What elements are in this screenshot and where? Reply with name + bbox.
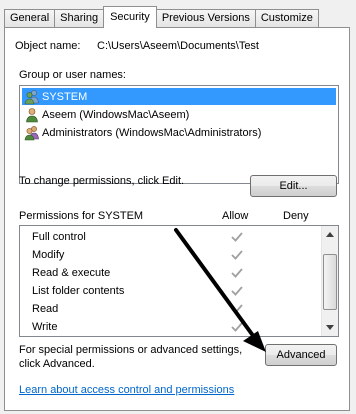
learn-more-link[interactable]: Learn about access control and permissio… — [19, 384, 234, 396]
security-panel: Object name: C:\Users\Aseem\Documents\Te… — [4, 27, 350, 411]
edit-button[interactable]: Edit... — [250, 175, 337, 197]
scroll-down-arrow-icon[interactable] — [322, 319, 338, 336]
permissions-scrollbar[interactable] — [321, 226, 338, 336]
user-icon — [24, 107, 40, 123]
users-icon — [24, 125, 40, 141]
tab-strip: General Sharing Security Previous Versio… — [4, 6, 319, 28]
scrollbar-thumb[interactable] — [323, 254, 337, 310]
group-list-label: Group or user names: — [19, 69, 126, 81]
permission-row: Write — [20, 319, 320, 336]
tab-sharing[interactable]: Sharing — [54, 9, 105, 28]
check-icon — [231, 232, 243, 242]
group-user-list[interactable]: SYSTEM Aseem (WindowsMac\Aseem) Administ… — [19, 85, 339, 184]
permission-name: Modify — [32, 249, 65, 261]
list-item-administrators[interactable]: Administrators (WindowsMac\Administrator… — [22, 124, 261, 141]
deny-header: Deny — [283, 210, 309, 222]
special-permissions-text-line2: click Advanced. — [19, 358, 95, 370]
tab-customize[interactable]: Customize — [254, 9, 319, 28]
permissions-title: Permissions for SYSTEM — [19, 210, 144, 222]
list-item-label: Aseem (WindowsMac\Aseem) — [42, 108, 190, 121]
special-permissions-text-line1: For special permissions or advanced sett… — [19, 344, 243, 356]
tab-general[interactable]: General — [4, 9, 56, 28]
permission-row: Read & execute — [20, 265, 320, 283]
object-name-label: Object name: — [15, 40, 81, 52]
tab-security[interactable]: Security — [103, 6, 157, 28]
list-item-system[interactable]: SYSTEM — [22, 88, 336, 105]
check-icon — [231, 304, 243, 314]
scroll-up-arrow-icon[interactable] — [322, 226, 338, 243]
check-icon — [231, 250, 243, 260]
change-permissions-text: To change permissions, click Edit. — [19, 175, 185, 187]
check-icon — [231, 286, 243, 296]
permission-name: Read — [32, 303, 59, 315]
check-icon — [231, 322, 243, 332]
list-item-label: SYSTEM — [42, 90, 88, 103]
permission-name: Write — [32, 321, 58, 333]
permission-name: Read & execute — [32, 267, 111, 279]
advanced-button[interactable]: Advanced — [265, 344, 337, 366]
permissions-list: Full control Modify Read & execute List … — [19, 225, 339, 337]
permission-row: Full control — [20, 229, 320, 247]
list-item-aseem[interactable]: Aseem (WindowsMac\Aseem) — [22, 106, 189, 123]
check-icon — [231, 268, 243, 278]
permission-name: List folder contents — [32, 285, 125, 297]
object-name-value: C:\Users\Aseem\Documents\Test — [97, 40, 259, 52]
users-icon — [24, 89, 40, 105]
permission-row: Read — [20, 301, 320, 319]
permission-name: Full control — [32, 231, 86, 243]
tab-previous-versions[interactable]: Previous Versions — [155, 9, 256, 28]
allow-header: Allow — [222, 210, 249, 222]
permission-row: List folder contents — [20, 283, 320, 301]
list-item-label: Administrators (WindowsMac\Administrator… — [42, 126, 262, 139]
permission-row: Modify — [20, 247, 320, 265]
